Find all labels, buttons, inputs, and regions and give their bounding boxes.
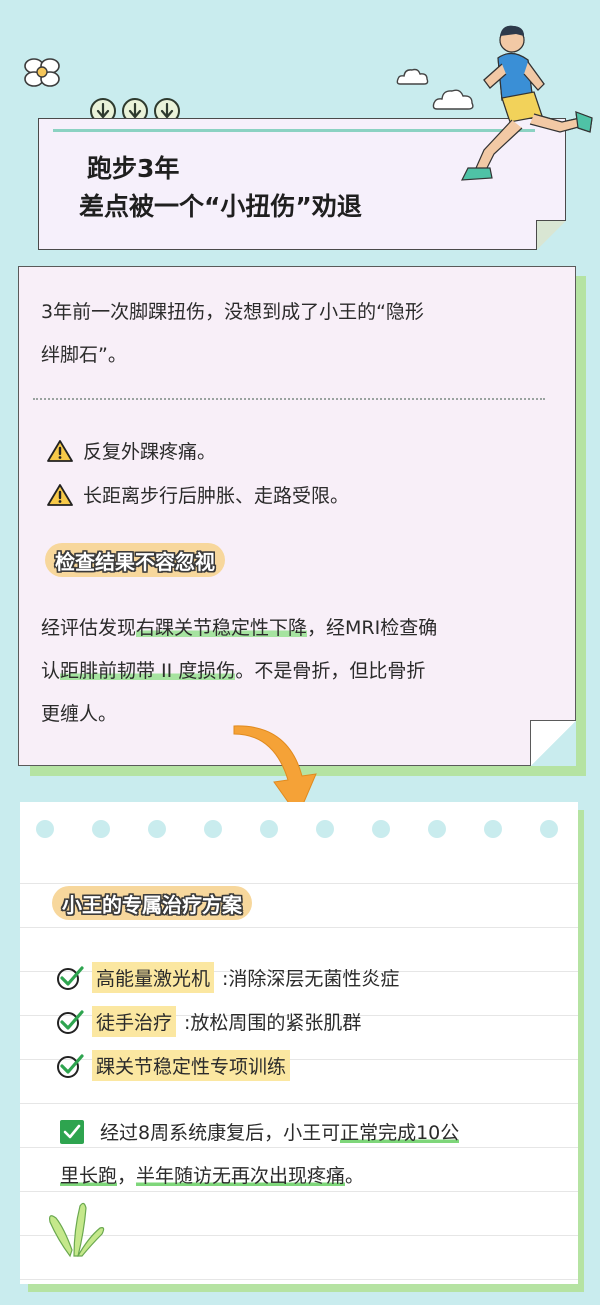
check-circle-icon bbox=[57, 1009, 84, 1034]
result-line-2: 里长跑，半年随访无再次出现疼痛。 bbox=[60, 1155, 364, 1198]
info-card: 3年前一次脚踝扭伤，没想到成了小王的“隐形 绊脚石”。 反复外踝疼痛。 长距离步… bbox=[18, 266, 576, 766]
symptom-text: 反复外踝疼痛。 bbox=[83, 441, 217, 463]
title-line-2: 差点被一个“小扭伤”劝退 bbox=[79, 192, 362, 221]
finding-text: ，经MRI检查确 bbox=[307, 617, 438, 639]
plan-item-highlight: 踝关节稳定性专项训练 bbox=[92, 1050, 291, 1081]
title-card: 跑步3年 差点被一个“小扭伤”劝退 bbox=[38, 118, 566, 250]
finding-line-1: 经评估发现右踝关节稳定性下降，经MRI检查确 bbox=[41, 607, 437, 650]
notebook-holes bbox=[36, 820, 558, 838]
hole bbox=[372, 820, 390, 838]
hole bbox=[540, 820, 558, 838]
page-fold bbox=[536, 220, 566, 250]
result-text: ， bbox=[117, 1165, 137, 1187]
finding-highlight: 右踝关节稳定性下降 bbox=[136, 617, 308, 639]
plan-item-highlight: 高能量激光机 bbox=[92, 962, 215, 993]
result-text: 经过8周系统康复后，小王可 bbox=[100, 1122, 341, 1144]
plan-item-text: :放松周围的紧张肌群 bbox=[184, 1012, 362, 1034]
result-highlight: 里长跑 bbox=[60, 1165, 118, 1187]
hole bbox=[36, 820, 54, 838]
hole bbox=[204, 820, 222, 838]
warning-icon bbox=[47, 483, 73, 506]
result-text: 。 bbox=[345, 1165, 365, 1187]
plan-item-text: :消除深层无菌性炎症 bbox=[222, 968, 400, 990]
plan-item-highlight: 徒手治疗 bbox=[92, 1006, 177, 1037]
hole bbox=[428, 820, 446, 838]
page-fold bbox=[530, 720, 576, 766]
title-line-1: 跑步3年 bbox=[87, 154, 180, 183]
finding-line-3: 更缠人。 bbox=[41, 703, 118, 725]
plan-item: 高能量激光机 :消除深层无菌性炎症 bbox=[56, 962, 399, 993]
plan-tag: 小王的专属治疗方案 bbox=[52, 886, 252, 920]
hole bbox=[316, 820, 334, 838]
hole bbox=[260, 820, 278, 838]
hole bbox=[148, 820, 166, 838]
finding-highlight: 距腓前韧带 II 度损伤 bbox=[60, 660, 236, 682]
dotted-divider bbox=[33, 398, 545, 400]
result-highlight: 正常完成10公 bbox=[340, 1122, 460, 1144]
hole bbox=[484, 820, 502, 838]
warning-icon bbox=[47, 439, 73, 462]
plan-item: 徒手治疗 :放松周围的紧张肌群 bbox=[56, 1006, 361, 1037]
check-circle-icon bbox=[57, 965, 84, 990]
symptom-item: 反复外踝疼痛。 bbox=[47, 437, 216, 464]
result-highlight: 半年随访无再次出现疼痛 bbox=[136, 1165, 346, 1187]
check-circle-icon bbox=[57, 1053, 84, 1078]
plant-icon bbox=[49, 1202, 105, 1258]
symptom-text: 长距离步行后肿胀、走路受限。 bbox=[83, 485, 350, 507]
flower-icon bbox=[24, 58, 60, 87]
cloud-icon bbox=[396, 68, 429, 85]
checkbox-icon bbox=[60, 1120, 84, 1144]
plan-item: 踝关节稳定性专项训练 bbox=[56, 1050, 298, 1081]
finding-text: 经评估发现 bbox=[41, 617, 137, 639]
intro-line-2: 绊脚石”。 bbox=[41, 344, 127, 366]
exam-tag: 检查结果不容忽视 bbox=[45, 543, 225, 577]
symptom-item: 长距离步行后肿胀、走路受限。 bbox=[47, 481, 349, 508]
finding-text: 认 bbox=[41, 660, 61, 682]
hole bbox=[92, 820, 110, 838]
intro-line-1: 3年前一次脚踝扭伤，没想到成了小王的“隐形 bbox=[41, 301, 424, 323]
result-line-1: 经过8周系统康复后，小王可正常完成10公 bbox=[100, 1112, 460, 1155]
finding-text: 。不是骨折，但比骨折 bbox=[235, 660, 426, 682]
finding-line-2: 认距腓前韧带 II 度损伤。不是骨折，但比骨折 bbox=[41, 650, 425, 693]
